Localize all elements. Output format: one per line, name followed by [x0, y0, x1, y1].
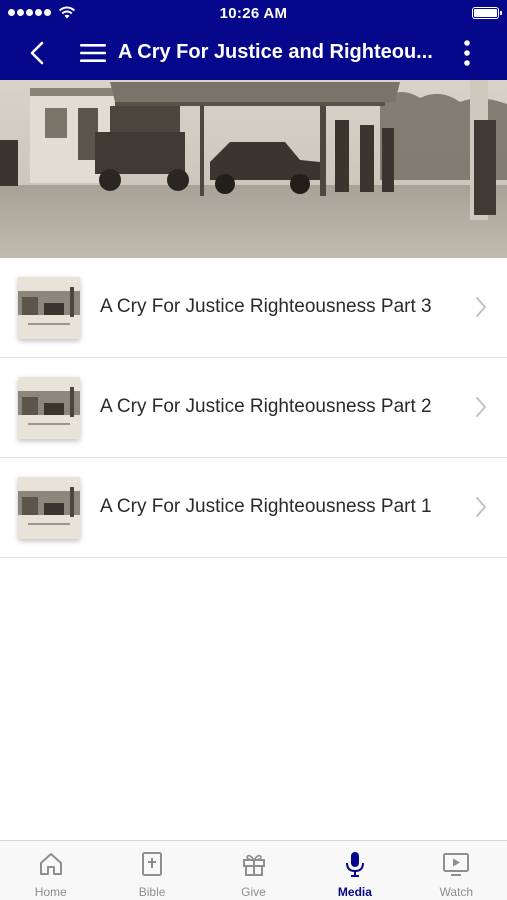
sermon-thumbnail: [18, 277, 80, 339]
sermon-title: A Cry For Justice Righteousness Part 1: [100, 496, 432, 517]
more-vertical-icon[interactable]: [455, 38, 479, 68]
tv-play-icon: [443, 853, 470, 876]
sermon-title: A Cry For Justice Righteousness Part 2: [100, 396, 432, 417]
chevron-right-icon: [476, 297, 486, 317]
tab-give[interactable]: Give: [203, 841, 304, 900]
tab-home[interactable]: Home: [0, 841, 101, 900]
bible-icon: [142, 852, 163, 876]
chevron-right-icon: [476, 497, 486, 517]
back-chevron-icon[interactable]: [24, 39, 52, 67]
tab-label: Watch: [439, 885, 474, 899]
tab-watch[interactable]: Watch: [406, 841, 507, 900]
tab-media[interactable]: Media: [304, 841, 405, 900]
nav-bar: A Cry For Justice and Righteou...: [0, 26, 507, 80]
tab-label: Bible: [138, 885, 166, 899]
microphone-icon: [345, 852, 364, 877]
tab-bible[interactable]: Bible: [101, 841, 202, 900]
tab-label: Give: [241, 885, 266, 899]
tab-label: Home: [34, 885, 67, 899]
status-bar: 10:26 AM: [0, 0, 507, 26]
tab-bar: Home Bible Give Media Watch: [0, 840, 507, 900]
list-item[interactable]: A Cry For Justice Righteousness Part 1: [0, 458, 507, 558]
sermon-thumbnail: [18, 377, 80, 439]
hero-image: [0, 80, 507, 258]
tab-label: Media: [337, 885, 372, 899]
page-title: A Cry For Justice and Righteou...: [118, 41, 433, 63]
sermon-thumbnail: [18, 477, 80, 539]
sermon-title: A Cry For Justice Righteousness Part 3: [100, 296, 432, 317]
home-icon: [39, 853, 62, 875]
battery-icon: [472, 7, 502, 19]
list-item[interactable]: A Cry For Justice Righteousness Part 3: [0, 258, 507, 358]
historic-gas-station-photo: [0, 80, 507, 258]
status-time: 10:26 AM: [219, 5, 288, 22]
gift-icon: [242, 854, 265, 876]
chevron-right-icon: [476, 397, 486, 417]
media-list: A Cry For Justice Righteousness Part 3 A…: [0, 258, 507, 558]
list-item[interactable]: A Cry For Justice Righteousness Part 2: [0, 358, 507, 458]
hamburger-menu-icon[interactable]: [78, 40, 108, 66]
